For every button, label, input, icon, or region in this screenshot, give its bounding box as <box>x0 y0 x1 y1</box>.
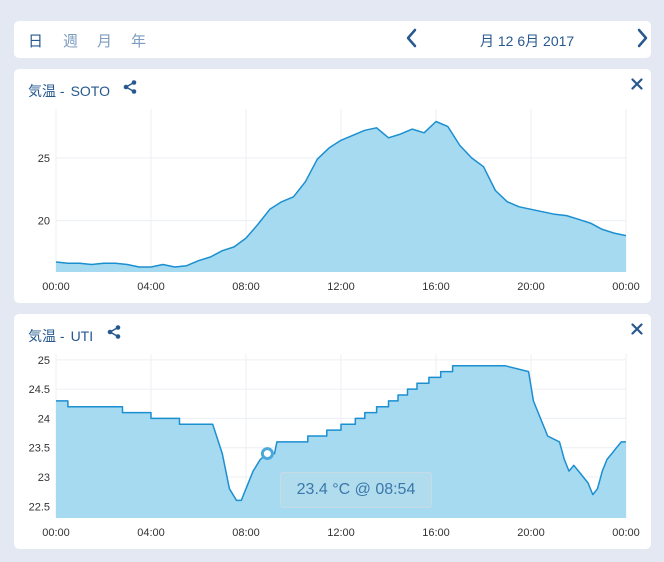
y-tick-label: 24.5 <box>29 384 50 396</box>
y-tick-label: 24 <box>38 413 50 425</box>
y-tick-label: 23.5 <box>29 443 50 455</box>
tab-week[interactable]: 週 <box>63 30 78 51</box>
x-tick-label: 00:00 <box>42 281 70 293</box>
current-date-label: 月 12 6月 2017 <box>480 33 575 49</box>
x-tick-label: 12:00 <box>327 527 355 539</box>
x-tick-label: 16:00 <box>422 281 450 293</box>
x-tick-label: 04:00 <box>137 281 165 293</box>
chevron-right-icon[interactable] <box>636 28 648 53</box>
x-tick-label: 04:00 <box>137 527 165 539</box>
x-tick-label: 12:00 <box>327 281 355 293</box>
x-tick-label: 00:00 <box>612 527 640 539</box>
chart-card-uti: 気温 - UTI 00:00 04:00 08:00 12:00 16:00 20:00 00… <box>14 314 651 549</box>
y-tick-label: 23 <box>38 472 50 484</box>
chart-card-soto: 気温 - SOTO 00:00 04:00 08:00 12:00 16:00 20:00 0… <box>14 69 651 303</box>
x-tick-label: 00:00 <box>612 281 640 293</box>
series-area <box>56 121 626 272</box>
x-tick-label: 00:00 <box>42 527 70 539</box>
chevron-left-icon[interactable] <box>406 28 418 53</box>
x-tick-label: 20:00 <box>517 281 545 293</box>
uti-temperature-chart[interactable]: 00:00 04:00 08:00 12:00 16:00 20:00 00:00 22.5 2… <box>14 314 651 549</box>
tab-day[interactable]: 日 <box>28 30 43 51</box>
x-tick-label: 16:00 <box>422 527 450 539</box>
chart-tooltip: 23.4 °C @ 08:54 <box>280 472 432 508</box>
hover-marker <box>260 447 274 461</box>
tab-year[interactable]: 年 <box>131 30 146 51</box>
y-tick-label: 25 <box>38 153 50 165</box>
x-tick-label: 20:00 <box>517 527 545 539</box>
x-tick-label: 08:00 <box>232 281 260 293</box>
y-tick-label: 25 <box>38 355 50 367</box>
soto-temperature-chart: 00:00 04:00 08:00 12:00 16:00 20:00 00:00 20 25 <box>38 109 640 293</box>
x-tick-label: 08:00 <box>232 527 260 539</box>
tab-month[interactable]: 月 <box>97 30 112 51</box>
date-nav-bar: 日 週 月 年 月 12 6月 2017 <box>14 21 651 58</box>
y-tick-label: 20 <box>38 216 50 228</box>
y-tick-label: 22.5 <box>29 501 50 513</box>
